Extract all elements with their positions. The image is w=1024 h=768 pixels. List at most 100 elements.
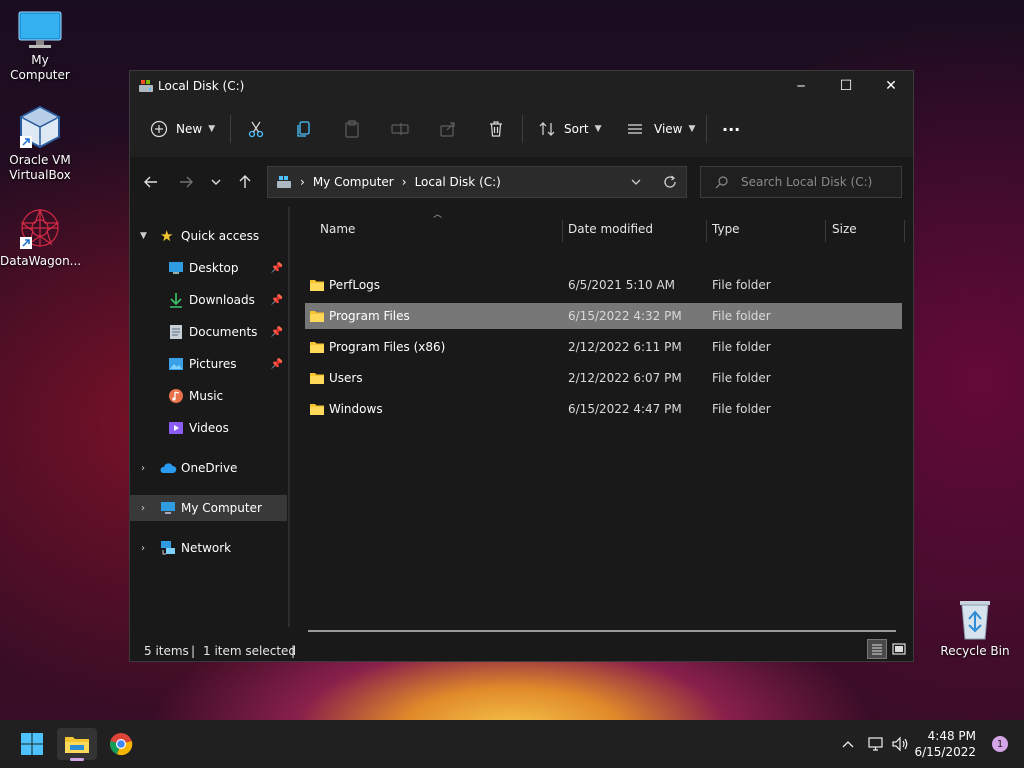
folder-icon — [310, 280, 324, 291]
nav-onedrive[interactable]: › OneDrive — [130, 455, 287, 481]
file-date: 6/15/2022 4:32 PM — [568, 309, 682, 323]
maximize-button[interactable]: ☐ — [823, 71, 869, 101]
notification-badge[interactable]: 1 — [992, 736, 1008, 752]
column-label: Size — [832, 222, 857, 236]
share-button[interactable] — [439, 115, 457, 143]
clock[interactable]: 4:48 PM 6/15/2022 — [914, 728, 976, 760]
arrow-right-icon — [180, 176, 193, 188]
status-divider: | — [191, 644, 196, 658]
column-label: Name — [320, 222, 356, 236]
nav-label: Downloads — [189, 293, 255, 307]
file-row[interactable]: Windows 6/15/2022 4:47 PM File folder — [305, 396, 902, 422]
nav-documents[interactable]: Documents 📌 — [130, 319, 287, 345]
network-icon — [868, 737, 883, 751]
desktop-icon-label: Oracle VM VirtualBox — [9, 153, 71, 182]
back-button[interactable] — [140, 171, 162, 193]
taskbar: 4:48 PM 6/15/2022 1 — [0, 720, 1024, 768]
file-explorer-window: Local Disk (C:) ─ ☐ ✕ New ▼ Sort ▼ View … — [129, 70, 914, 662]
network-icon — [161, 541, 175, 555]
file-row[interactable]: PerfLogs 6/5/2021 5:10 AM File folder — [305, 272, 902, 298]
drive-icon — [277, 176, 291, 188]
column-header-date[interactable]: Date modified — [568, 216, 703, 242]
up-button[interactable] — [234, 171, 256, 193]
column-divider[interactable] — [904, 220, 905, 242]
start-button[interactable] — [12, 728, 52, 760]
breadcrumb-local-disk[interactable]: Local Disk (C:) — [415, 175, 501, 189]
sort-button[interactable]: Sort ▼ — [538, 115, 602, 143]
chevron-down-icon[interactable]: ▼ — [140, 231, 147, 241]
navigation-pane-scrollbar[interactable] — [288, 207, 290, 627]
nav-videos[interactable]: Videos — [130, 415, 287, 441]
desktop-icon-my-computer[interactable]: My Computer — [0, 10, 80, 83]
nav-my-computer[interactable]: › My Computer — [130, 495, 287, 521]
details-view-button[interactable] — [867, 639, 887, 659]
file-row[interactable]: Users 2/12/2022 6:07 PM File folder — [305, 365, 902, 391]
horizontal-scrollbar[interactable] — [308, 630, 896, 632]
nav-music[interactable]: Music — [130, 383, 287, 409]
more-options-button[interactable]: ··· — [722, 115, 740, 143]
nav-network[interactable]: › Network — [130, 535, 287, 561]
plus-circle-icon — [150, 120, 168, 138]
column-header-type[interactable]: Type — [712, 216, 822, 242]
tiles-view-button[interactable] — [889, 639, 909, 659]
view-button[interactable]: View ▼ — [626, 115, 695, 143]
chevron-right-icon[interactable]: › — [141, 503, 145, 514]
forward-button[interactable] — [175, 171, 197, 193]
download-icon — [170, 293, 182, 308]
show-hidden-icons-button[interactable] — [838, 734, 858, 754]
more-icon: ··· — [722, 119, 741, 139]
nav-quick-access[interactable]: ▼ ★ Quick access — [130, 223, 287, 249]
cut-button[interactable] — [247, 115, 265, 143]
nav-desktop[interactable]: Desktop 📌 — [130, 255, 287, 281]
address-bar[interactable]: › My Computer › Local Disk (C:) — [267, 166, 687, 198]
file-type: File folder — [712, 371, 771, 385]
column-divider[interactable] — [825, 220, 826, 242]
file-name: Windows — [329, 402, 383, 416]
refresh-icon[interactable] — [663, 175, 677, 189]
folder-icon — [310, 342, 324, 353]
file-row[interactable]: Program Files (x86) 2/12/2022 6:11 PM File… — [305, 334, 902, 360]
delete-button[interactable] — [487, 115, 505, 143]
volume-button[interactable] — [890, 734, 910, 754]
view-list-icon — [628, 124, 642, 134]
nav-label: Network — [181, 541, 232, 555]
recent-locations-button[interactable] — [205, 171, 227, 193]
nav-pictures[interactable]: Pictures 📌 — [130, 351, 287, 377]
file-name: Users — [329, 371, 363, 385]
pin-icon: 📌 — [270, 294, 283, 306]
chevron-right-icon[interactable]: › — [141, 463, 145, 474]
taskbar-chrome[interactable] — [101, 728, 141, 760]
network-status-button[interactable] — [866, 734, 886, 754]
toolbar-separator — [522, 115, 523, 143]
paste-button[interactable] — [343, 115, 361, 143]
window-title: Local Disk (C:) — [158, 79, 245, 93]
search-box[interactable]: Search Local Disk (C:) — [700, 166, 902, 198]
copy-button[interactable] — [295, 115, 313, 143]
desktop-icon-virtualbox[interactable]: Oracle VM VirtualBox — [0, 104, 80, 183]
title-bar[interactable]: Local Disk (C:) ─ ☐ ✕ — [130, 71, 913, 101]
column-divider[interactable] — [706, 220, 707, 242]
folder-icon — [310, 373, 324, 384]
desktop-icon-datawagon[interactable]: DataWagon... — [0, 205, 82, 269]
minimize-button[interactable]: ─ — [778, 71, 824, 101]
desktop-icon-recycle-bin[interactable]: Recycle Bin — [935, 597, 1015, 659]
column-header-size[interactable]: Size — [832, 216, 902, 242]
folder-icon — [310, 404, 324, 415]
toolbar-separator — [230, 115, 231, 143]
trash-icon — [490, 121, 502, 137]
desktop-icon-label: DataWagon... — [0, 254, 82, 268]
minimize-icon: ─ — [797, 79, 805, 93]
close-button[interactable]: ✕ — [868, 71, 914, 101]
nav-downloads[interactable]: Downloads 📌 — [130, 287, 287, 313]
file-type: File folder — [712, 309, 771, 323]
breadcrumb-my-computer[interactable]: My Computer — [313, 175, 394, 189]
taskbar-file-explorer[interactable] — [57, 728, 97, 761]
chevron-down-icon[interactable] — [630, 176, 642, 188]
column-header-name[interactable]: Name — [320, 216, 560, 242]
chevron-right-icon[interactable]: › — [141, 543, 145, 554]
file-row[interactable]: Program Files 6/15/2022 4:32 PM File folde… — [305, 303, 902, 329]
new-button[interactable]: New ▼ — [150, 115, 215, 143]
breadcrumb-separator: › — [401, 175, 407, 189]
column-divider[interactable] — [562, 220, 563, 242]
rename-button[interactable] — [391, 115, 409, 143]
